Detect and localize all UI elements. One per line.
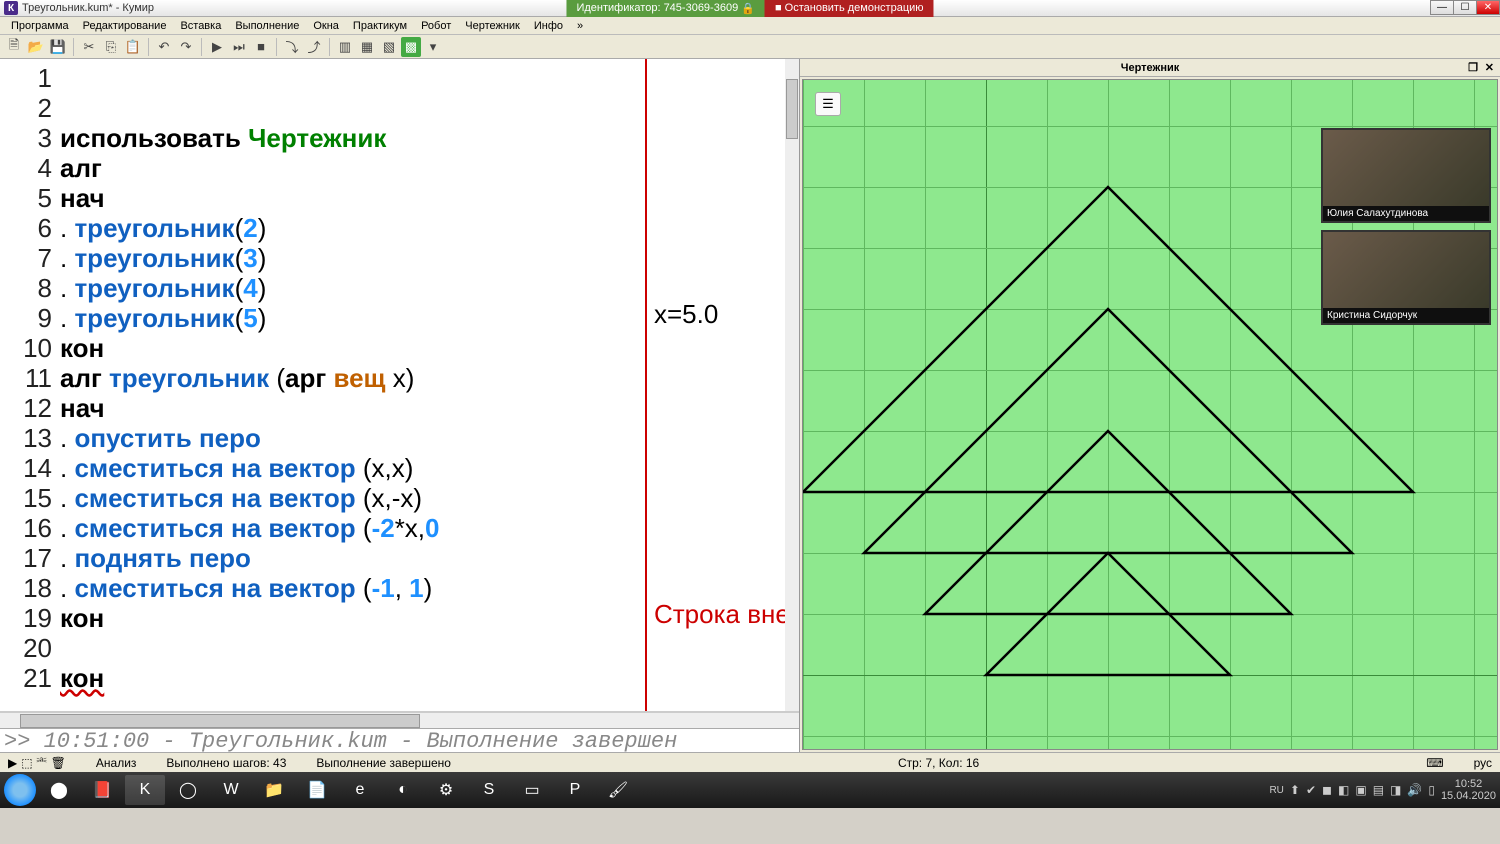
more-icon[interactable]: ▾: [423, 37, 443, 57]
drawer-panel: Чертежник ❐ ✕ ☰ Юлия СалахутдиноваКристи…: [800, 59, 1500, 752]
start-button[interactable]: [4, 774, 36, 806]
session-pills: Идентификатор: 745-3069-3609 🔒 ■ Останов…: [566, 0, 933, 17]
tray-lang[interactable]: RU: [1269, 785, 1283, 796]
webcam-name: Юлия Салахутдинова: [1323, 206, 1489, 221]
taskbar-app-icon[interactable]: ◐: [383, 775, 423, 805]
run-icon[interactable]: ▶: [207, 37, 227, 57]
line-gutter: 123456789101112131415161718192021: [0, 59, 60, 711]
cut-icon[interactable]: ✂: [79, 37, 99, 57]
drawer-close-icon[interactable]: ✕: [1485, 61, 1494, 74]
menubar: ПрограммаРедактированиеВставкаВыполнение…: [0, 17, 1500, 35]
stop-icon[interactable]: ■: [251, 37, 271, 57]
webcam-name: Кристина Сидорчук: [1323, 308, 1489, 323]
tray-icon[interactable]: 🔊: [1407, 783, 1422, 797]
taskbar-app-icon[interactable]: 🖌: [598, 775, 638, 805]
taskbar-app-icon[interactable]: 📁: [254, 775, 294, 805]
titlebar: К Треугольник.kum* - Кумир Идентификатор…: [0, 0, 1500, 17]
taskbar-app-icon[interactable]: 📕: [82, 775, 122, 805]
taskbar-app-icon[interactable]: e: [340, 775, 380, 805]
app-icon: К: [4, 1, 18, 15]
paste-icon[interactable]: 📋: [123, 37, 143, 57]
menu-Редактирование[interactable]: Редактирование: [76, 20, 174, 32]
system-tray: RU ⬆ ✔ ◼ ◧ ▣ ▤ ◨ 🔊 ▯ 10:5215.04.2020: [1269, 778, 1496, 802]
code-line[interactable]: [60, 693, 799, 711]
layout1-icon[interactable]: ▥: [335, 37, 355, 57]
status-icon3[interactable]: ⎃: [37, 755, 47, 770]
side-annotations: x=5.0 Строка вне: [654, 59, 799, 689]
run-step-icon[interactable]: ⏭: [229, 37, 249, 57]
maximize-button[interactable]: ☐: [1453, 0, 1477, 15]
menu-Чертежник[interactable]: Чертежник: [458, 20, 527, 32]
open-file-icon[interactable]: 📂: [26, 37, 46, 57]
status-play-icon[interactable]: ▶: [8, 756, 17, 770]
window-title: Треугольник.kum* - Кумир: [22, 2, 154, 14]
tray-icon[interactable]: ✔: [1306, 783, 1316, 797]
drawing-canvas[interactable]: ☰ Юлия СалахутдиноваКристина Сидорчук: [802, 79, 1498, 750]
taskbar-app-icon[interactable]: ◯: [168, 775, 208, 805]
drawer-title: Чертежник ❐ ✕: [800, 59, 1500, 77]
layout2-icon[interactable]: ▦: [357, 37, 377, 57]
taskbar-app-icon[interactable]: ▭: [512, 775, 552, 805]
horizontal-scrollbar[interactable]: [0, 712, 799, 728]
right-margin-line: [645, 59, 647, 711]
undo-icon[interactable]: ↶: [154, 37, 174, 57]
stop-demo-button[interactable]: ■ Остановить демонстрацию: [765, 0, 934, 17]
statusbar: ▶ ⬚ ⎃ 🗑 Анализ Выполнено шагов: 43 Выпол…: [0, 752, 1500, 772]
tray-icon[interactable]: ⬆: [1290, 783, 1300, 797]
status-steps: Выполнено шагов: 43: [166, 756, 286, 770]
save-file-icon[interactable]: 💾: [48, 37, 68, 57]
drawer-title-label: Чертежник: [1121, 62, 1180, 74]
taskbar-app-icon[interactable]: K: [125, 775, 165, 805]
layout4-icon[interactable]: ▩: [401, 37, 421, 57]
status-message: Выполнение завершено: [316, 756, 451, 770]
toolbar: 🗎 📂 💾 ✂ ⎘ 📋 ↶ ↷ ▶ ⏭ ■ ⤵ ⤴ ▥ ▦ ▧ ▩ ▾: [0, 35, 1500, 59]
menu-Инфо[interactable]: Инфо: [527, 20, 570, 32]
menu-Практикум[interactable]: Практикум: [346, 20, 414, 32]
taskbar-app-icon[interactable]: ⬤: [39, 775, 79, 805]
drawer-maximize-icon[interactable]: ❐: [1468, 61, 1478, 74]
taskbar-app-icon[interactable]: W: [211, 775, 251, 805]
tray-clock[interactable]: 10:5215.04.2020: [1441, 778, 1496, 802]
tray-icon[interactable]: ◧: [1338, 783, 1349, 797]
session-id-pill: Идентификатор: 745-3069-3609 🔒: [566, 0, 764, 17]
vertical-scrollbar[interactable]: [785, 59, 799, 711]
webcam-overlay[interactable]: Кристина Сидорчук: [1321, 230, 1491, 325]
menu-Программа[interactable]: Программа: [4, 20, 76, 32]
status-lang-icon[interactable]: ⌨: [1426, 756, 1443, 770]
status-analysis: Анализ: [96, 756, 137, 770]
copy-icon[interactable]: ⎘: [101, 37, 121, 57]
layout3-icon[interactable]: ▧: [379, 37, 399, 57]
status-icon2[interactable]: ⬚: [21, 756, 32, 770]
menu-Выполнение[interactable]: Выполнение: [228, 20, 306, 32]
webcam-overlay[interactable]: Юлия Салахутдинова: [1321, 128, 1491, 223]
tray-icon[interactable]: ◼: [1322, 783, 1332, 797]
menu-Окна[interactable]: Окна: [306, 20, 346, 32]
status-icon4[interactable]: 🗑: [51, 756, 66, 770]
tray-icon[interactable]: ▣: [1355, 783, 1366, 797]
editor-panel: 123456789101112131415161718192021 исполь…: [0, 59, 800, 752]
status-cursor-position: Стр: 7, Кол: 16: [481, 756, 1396, 770]
taskbar-app-icon[interactable]: P: [555, 775, 595, 805]
console-output: >> 10:51:00 - Треугольник.kum - Выполнен…: [0, 728, 799, 752]
tray-icon[interactable]: ▯: [1428, 783, 1435, 797]
minimize-button[interactable]: —: [1430, 0, 1454, 15]
step-into-icon[interactable]: ⤵: [282, 37, 302, 57]
taskbar-app-icon[interactable]: ⚙: [426, 775, 466, 805]
windows-taskbar: ⬤📕K◯W📁📄e◐⚙S▭P🖌 RU ⬆ ✔ ◼ ◧ ▣ ▤ ◨ 🔊 ▯ 10:5215.04.2020: [0, 772, 1500, 808]
new-file-icon[interactable]: 🗎: [4, 37, 24, 57]
taskbar-app-icon[interactable]: S: [469, 775, 509, 805]
menu-»[interactable]: »: [570, 20, 590, 32]
close-button[interactable]: ✕: [1476, 0, 1500, 15]
redo-icon[interactable]: ↷: [176, 37, 196, 57]
tray-icon[interactable]: ◨: [1390, 783, 1401, 797]
menu-Вставка[interactable]: Вставка: [173, 20, 228, 32]
step-over-icon[interactable]: ⤴: [304, 37, 324, 57]
status-lang: рус: [1474, 756, 1492, 770]
tray-icon[interactable]: ▤: [1373, 783, 1384, 797]
menu-Робот[interactable]: Робот: [414, 20, 458, 32]
code-editor[interactable]: использовать Чертежникалгнач. треугольни…: [60, 59, 799, 711]
taskbar-app-icon[interactable]: 📄: [297, 775, 337, 805]
